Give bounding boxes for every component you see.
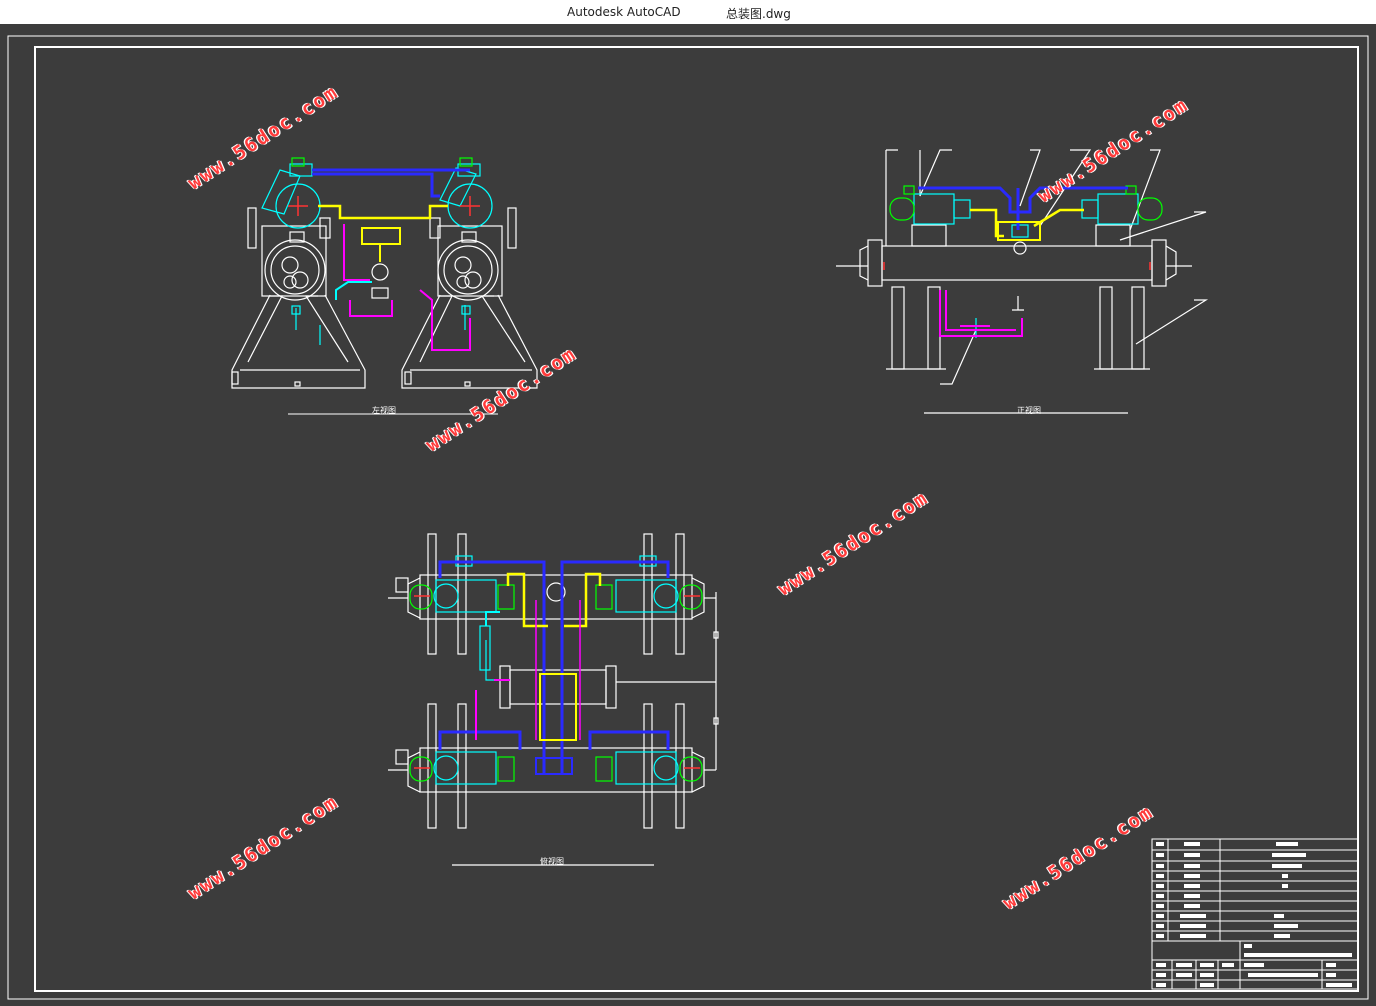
- drawing-canvas[interactable]: 左视图 正视图 俯视图 www.56doc.com www.56doc.com …: [0, 24, 1376, 1006]
- front-view: [836, 149, 1209, 414]
- left-view: [231, 157, 538, 415]
- window-titlebar: Autodesk AutoCAD 总装图.dwg: [0, 0, 1376, 25]
- inner-frame: [34, 46, 1359, 992]
- title-block-text: [1156, 842, 1352, 987]
- top-view-label: 俯视图: [540, 857, 564, 866]
- app-title: Autodesk AutoCAD: [567, 5, 681, 19]
- top-view: [388, 533, 719, 866]
- file-name: 总装图.dwg: [726, 7, 791, 21]
- left-view-label: 左视图: [372, 406, 396, 415]
- front-view-label: 正视图: [1017, 406, 1041, 415]
